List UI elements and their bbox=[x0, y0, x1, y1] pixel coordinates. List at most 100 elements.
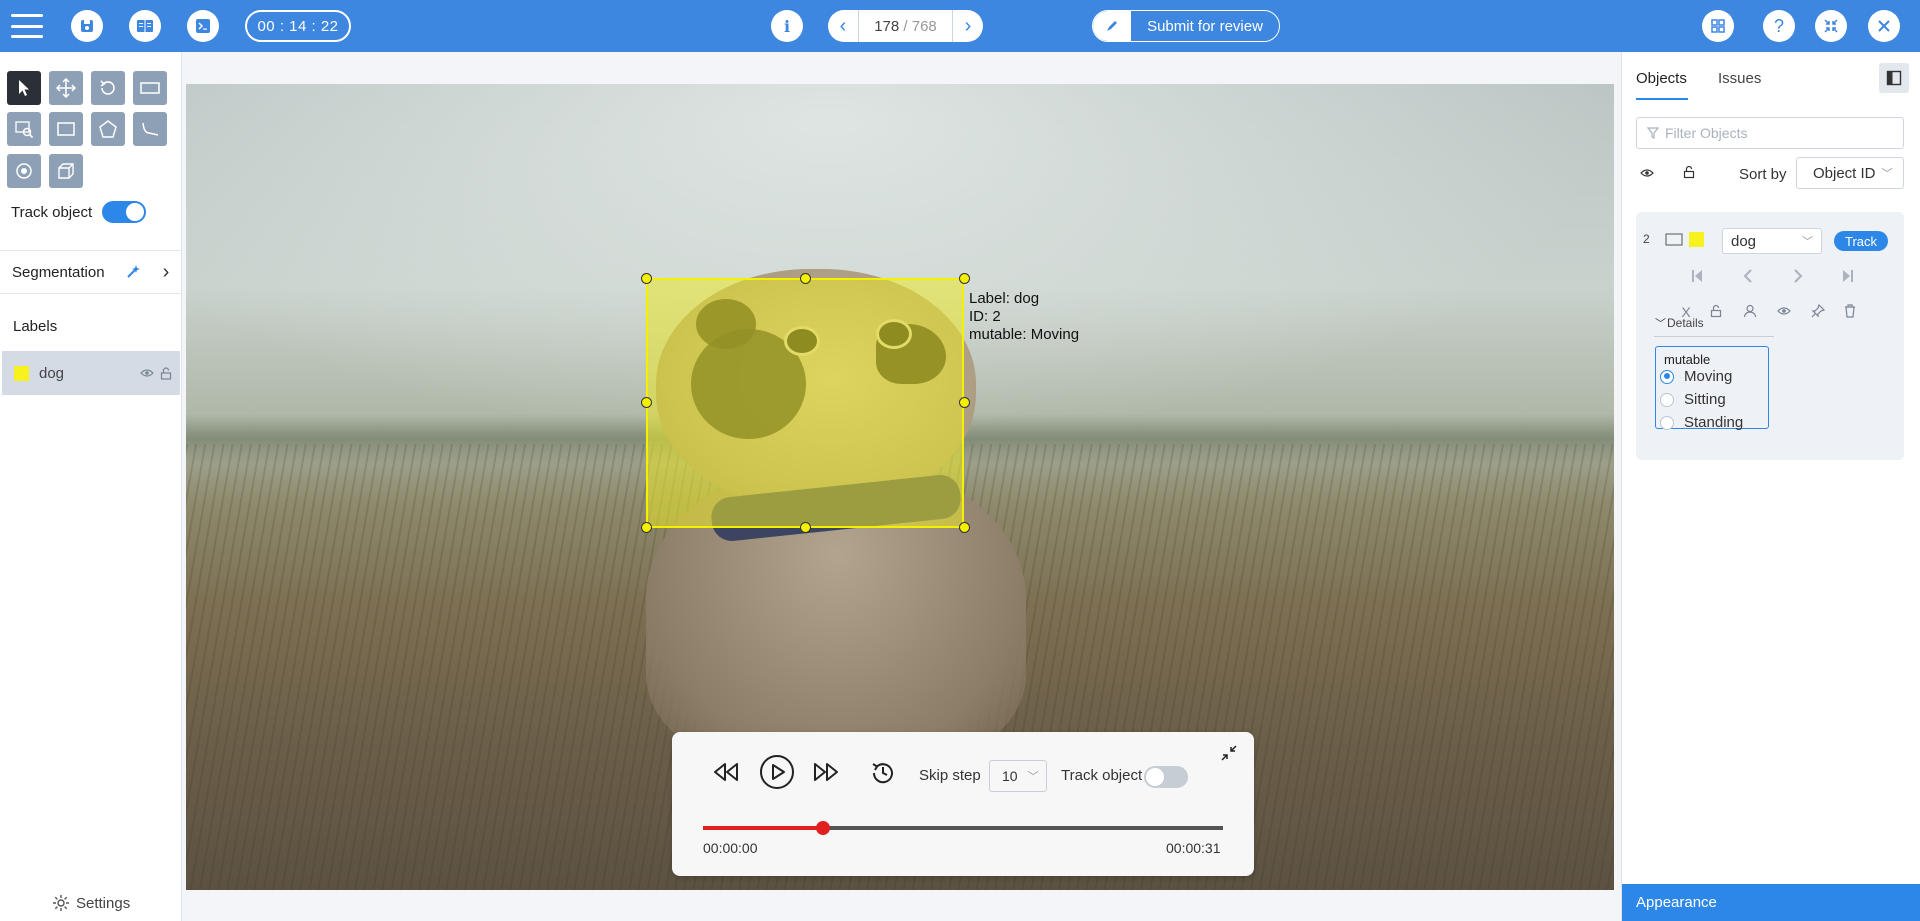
attribute-name: mutable bbox=[1664, 352, 1711, 367]
bbox-label-text: Label: dog bbox=[969, 290, 1040, 307]
chevron-down-icon[interactable]: ﹀ bbox=[1655, 315, 1666, 331]
filter-icon bbox=[1647, 127, 1659, 139]
fullscreen-button[interactable] bbox=[1815, 10, 1847, 42]
bounding-box-dog[interactable] bbox=[646, 278, 964, 528]
filter-objects-input[interactable]: Filter Objects bbox=[1636, 117, 1904, 149]
rewind-button[interactable] bbox=[713, 762, 739, 782]
cuboid-tool[interactable] bbox=[49, 154, 83, 188]
segmentation-label: Segmentation bbox=[12, 263, 105, 281]
bbox-handle[interactable] bbox=[959, 522, 970, 533]
bbox-handle[interactable] bbox=[641, 522, 652, 533]
timeline-scrubber[interactable] bbox=[703, 821, 1223, 835]
option-moving[interactable]: Moving bbox=[1660, 368, 1732, 385]
details-toggle[interactable]: Details bbox=[1667, 316, 1704, 330]
save-button[interactable] bbox=[71, 10, 103, 42]
info-button[interactable]: i bbox=[771, 10, 803, 42]
settings-label: Settings bbox=[76, 894, 131, 912]
rotate-tool[interactable] bbox=[91, 71, 125, 105]
polygon-tool[interactable] bbox=[91, 112, 125, 146]
object-color-swatch[interactable] bbox=[1689, 232, 1704, 247]
radio-button[interactable] bbox=[1660, 415, 1674, 430]
timeline-thumb[interactable] bbox=[815, 821, 830, 835]
select-tool[interactable] bbox=[7, 71, 41, 105]
history-button[interactable] bbox=[869, 759, 897, 787]
segmentation-row[interactable]: Segmentation › bbox=[0, 250, 182, 294]
settings-button[interactable]: Settings bbox=[52, 894, 130, 912]
eye-icon[interactable] bbox=[1777, 306, 1791, 316]
eye-icon[interactable] bbox=[1640, 168, 1654, 178]
track-button[interactable]: Track bbox=[1834, 231, 1888, 251]
chevron-right-icon[interactable]: › bbox=[163, 261, 170, 284]
bbox-attr-text: mutable: Moving bbox=[969, 326, 1080, 343]
console-button[interactable] bbox=[187, 10, 219, 42]
track-object-row: Track object bbox=[11, 201, 147, 223]
tab-issues[interactable]: Issues bbox=[1718, 70, 1761, 87]
menu-icon[interactable] bbox=[11, 14, 43, 38]
prev-frame-button[interactable]: ‹ bbox=[828, 10, 858, 42]
option-standing[interactable]: Standing bbox=[1660, 414, 1743, 431]
trash-icon[interactable] bbox=[1844, 304, 1856, 318]
option-sitting[interactable]: Sitting bbox=[1660, 391, 1726, 408]
object-label-select[interactable]: dog ﹀ bbox=[1722, 228, 1822, 254]
first-keyframe-icon[interactable] bbox=[1691, 269, 1703, 283]
pin-icon[interactable] bbox=[1811, 304, 1825, 318]
next-frame-button[interactable]: › bbox=[953, 10, 983, 42]
unlock-icon[interactable] bbox=[1710, 304, 1722, 318]
skip-step-select[interactable]: 10 ﹀ bbox=[989, 760, 1047, 792]
option-label: Sitting bbox=[1684, 391, 1726, 408]
chevron-down-icon: ﹀ bbox=[1802, 236, 1813, 248]
frame-current: 178 bbox=[874, 17, 900, 35]
unlock-icon[interactable] bbox=[160, 366, 172, 380]
zoom-region-tool[interactable] bbox=[7, 112, 41, 146]
object-label-value: dog bbox=[1731, 232, 1757, 250]
top-bar: 00 : 14 : 22 i ‹ 178 / 768 › Submit for … bbox=[0, 0, 1920, 52]
rectangle-icon bbox=[57, 122, 75, 136]
sort-by-select[interactable]: Object ID ﹀ bbox=[1796, 157, 1904, 189]
bbox-handle[interactable] bbox=[959, 273, 970, 284]
timeline-progress bbox=[703, 826, 823, 830]
tab-indicator bbox=[1636, 98, 1688, 100]
objects-panel: Objects Issues Filter Objects Sort by Ob… bbox=[1621, 52, 1920, 921]
bbox-handle[interactable] bbox=[641, 397, 652, 408]
rectangle-tool[interactable] bbox=[49, 112, 83, 146]
bbox-handle[interactable] bbox=[641, 273, 652, 284]
user-icon[interactable] bbox=[1743, 304, 1757, 318]
track-object-toggle[interactable] bbox=[102, 201, 147, 223]
close-button[interactable] bbox=[1868, 10, 1900, 42]
bbox-handle[interactable] bbox=[959, 397, 970, 408]
polyline-tool[interactable] bbox=[133, 112, 167, 146]
layout-button[interactable] bbox=[1702, 10, 1734, 42]
frame-total: / 768 bbox=[903, 17, 937, 35]
bbox-handle[interactable] bbox=[800, 522, 811, 533]
prev-keyframe-icon[interactable] bbox=[1743, 269, 1753, 283]
move-tool[interactable] bbox=[49, 71, 83, 105]
point-icon bbox=[16, 163, 32, 179]
player-track-object-toggle[interactable] bbox=[1144, 766, 1188, 788]
tab-objects[interactable]: Objects bbox=[1636, 70, 1687, 87]
appearance-section-toggle[interactable]: Appearance bbox=[1622, 884, 1920, 921]
guide-button[interactable] bbox=[129, 10, 161, 42]
points-tool[interactable] bbox=[7, 154, 41, 188]
panel-collapse-button[interactable] bbox=[1879, 63, 1909, 93]
help-button[interactable]: ? bbox=[1763, 10, 1795, 42]
next-keyframe-icon[interactable] bbox=[1793, 269, 1803, 283]
frame-counter[interactable]: 178 / 768 bbox=[859, 18, 952, 35]
bbox-caption: Label: dog ID: 2 mutable: Moving bbox=[969, 290, 1079, 344]
minimize-player-button[interactable] bbox=[1221, 745, 1237, 761]
collapse-icon bbox=[1221, 745, 1237, 761]
magic-wand-icon[interactable] bbox=[125, 264, 141, 280]
eye-icon[interactable] bbox=[140, 368, 154, 378]
bbox-handle[interactable] bbox=[800, 273, 811, 284]
last-keyframe-icon[interactable] bbox=[1842, 269, 1854, 283]
save-icon bbox=[81, 20, 93, 32]
radio-button[interactable] bbox=[1660, 392, 1674, 407]
submit-for-review-button[interactable]: Submit for review bbox=[1092, 10, 1280, 42]
play-button[interactable] bbox=[759, 754, 795, 790]
label-item-dog[interactable]: dog bbox=[2, 351, 180, 395]
bbox-id-text: ID: 2 bbox=[969, 308, 1001, 325]
radio-button[interactable] bbox=[1660, 369, 1674, 384]
fit-image-tool[interactable] bbox=[133, 71, 167, 105]
unlock-icon[interactable] bbox=[1683, 165, 1695, 179]
skip-step-label: Skip step bbox=[919, 767, 981, 784]
fast-forward-button[interactable] bbox=[813, 762, 839, 782]
